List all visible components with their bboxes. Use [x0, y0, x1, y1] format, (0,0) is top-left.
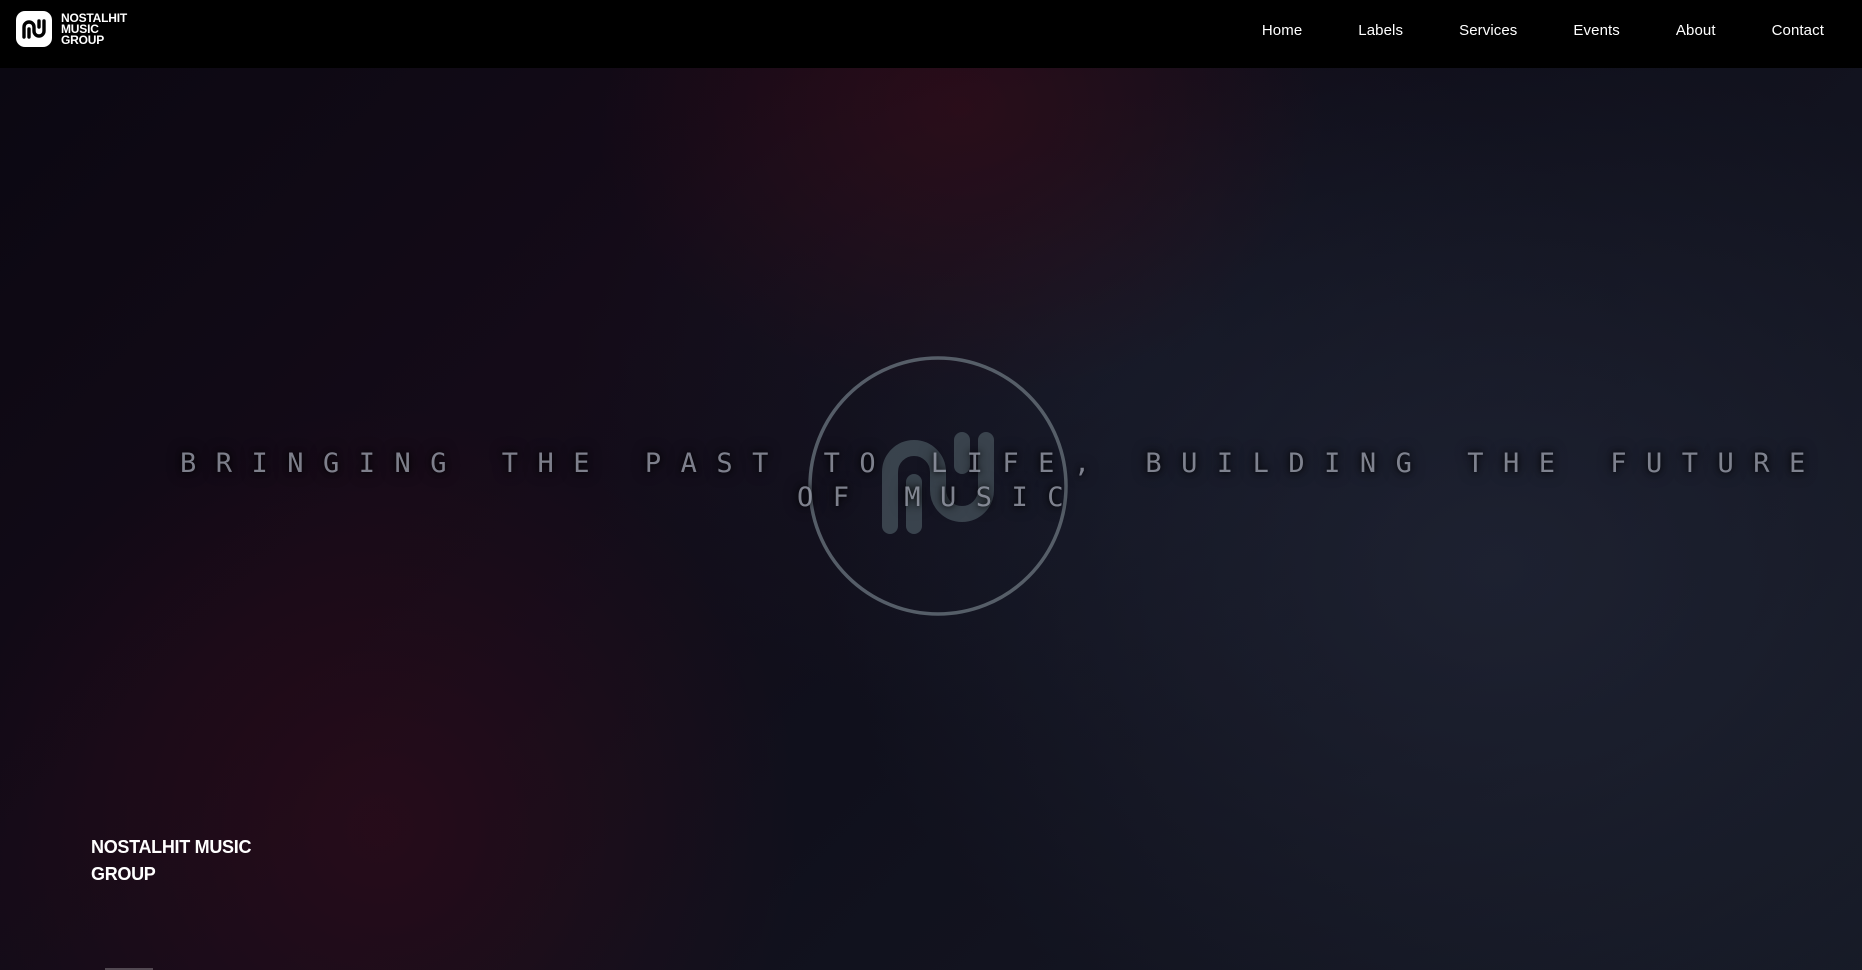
brand-link[interactable]: NOSTALHIT MUSIC GROUP [16, 11, 141, 47]
nav-events[interactable]: Events [1573, 22, 1619, 39]
nav-home[interactable]: Home [1262, 22, 1302, 39]
hero-tagline: BRINGING THE PAST TO LIFE, BUILDING THE … [180, 447, 1825, 515]
brand-name: NOSTALHIT MUSIC GROUP [61, 10, 127, 47]
hero-tagline-line-2: OF MUSIC [796, 482, 1084, 513]
main-nav: Home Labels Services Events About Contac… [1206, 0, 1824, 60]
nav-labels[interactable]: Labels [1358, 22, 1403, 39]
nav-about[interactable]: About [1676, 22, 1716, 39]
nav-contact[interactable]: Contact [1772, 22, 1824, 39]
page: NOSTALHIT MUSIC GROUP Home Labels Servic… [0, 0, 1862, 970]
hero-tagline-line-1: BRINGING THE PAST TO LIFE, BUILDING THE … [180, 448, 1825, 479]
hero-brand-name: NOSTALHIT MUSIC GROUP [91, 837, 252, 884]
nav-services[interactable]: Services [1459, 22, 1517, 39]
site-header: NOSTALHIT MUSIC GROUP Home Labels Servic… [0, 0, 1862, 68]
nostalhit-logo-icon [16, 11, 52, 47]
